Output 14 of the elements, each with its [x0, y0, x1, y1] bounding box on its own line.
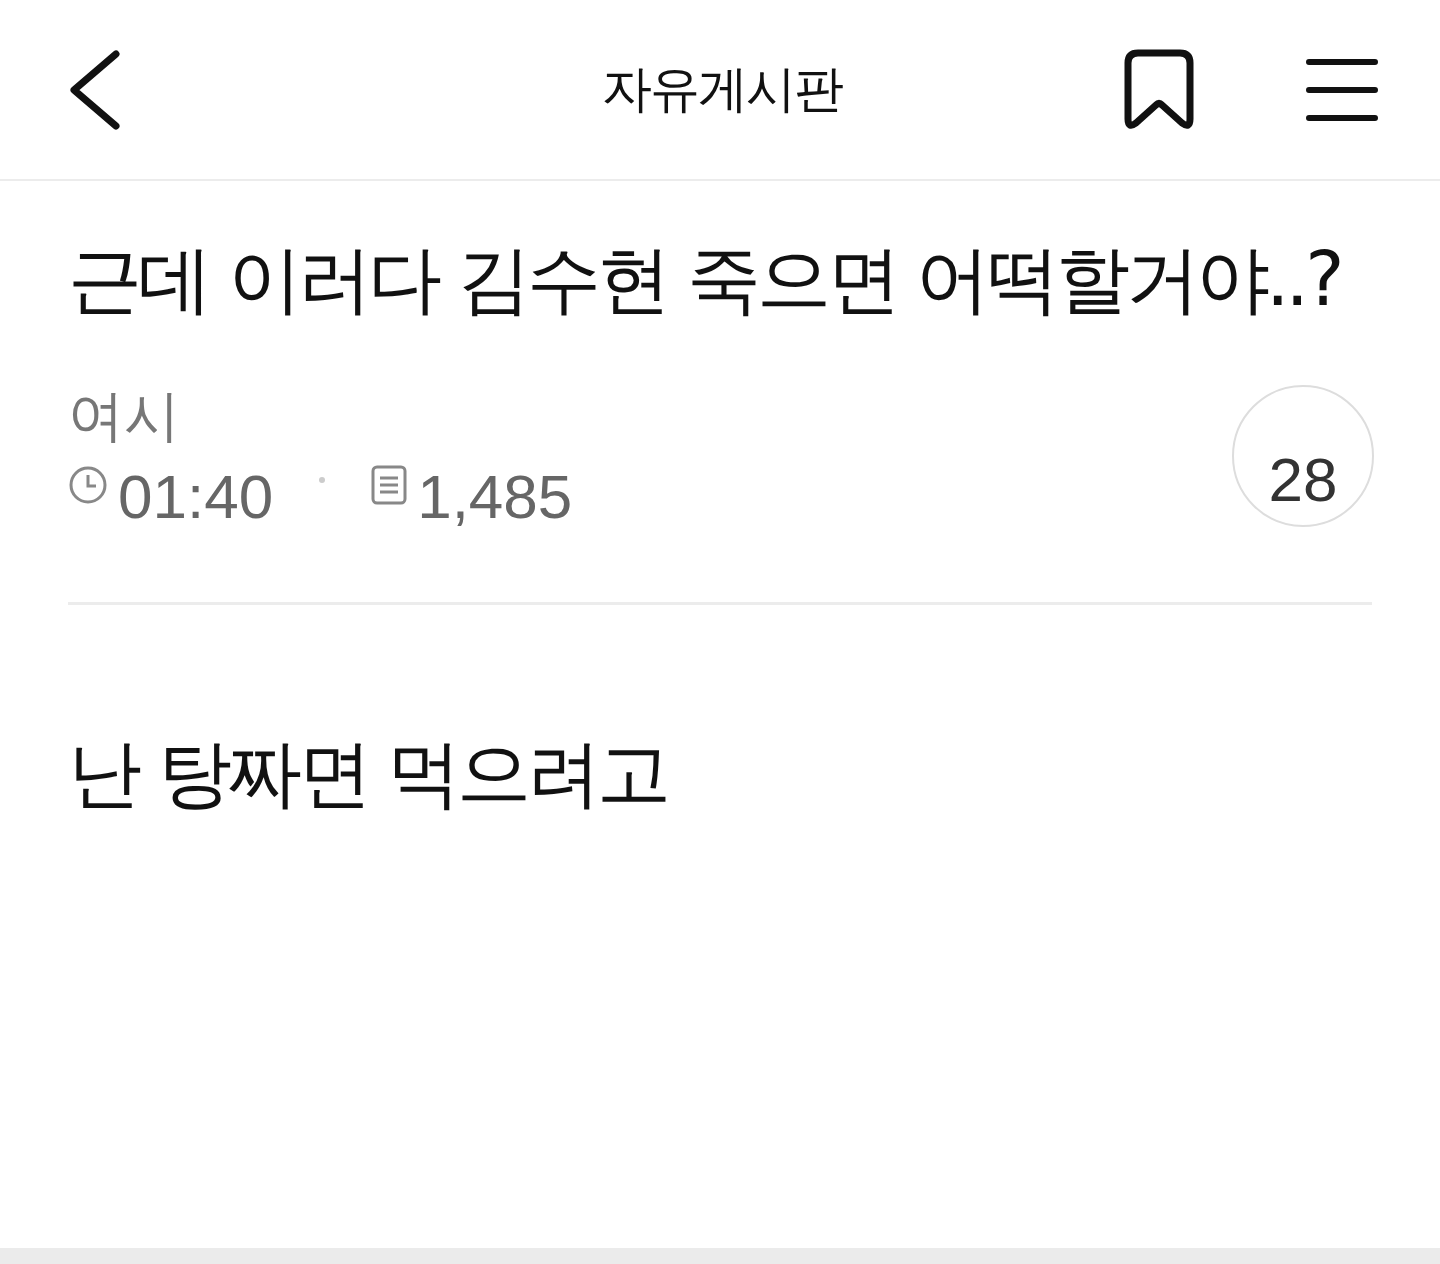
post-title: 근데 이러다 김수현 죽으면 어떡할거야..? [68, 235, 1342, 324]
menu-icon [1306, 57, 1378, 122]
separator-dot [319, 477, 326, 483]
page-title: 자유게시판 [602, 59, 842, 120]
menu-button[interactable] [1306, 57, 1378, 122]
document-icon [371, 465, 408, 505]
author-name: 여시 [68, 382, 181, 450]
view-count: 1,485 [417, 461, 573, 532]
bookmark-icon [1124, 48, 1194, 131]
bookmark-button[interactable] [1124, 48, 1194, 131]
post-body: 난 탕짜면 먹으려고 [68, 729, 669, 818]
clock-icon [68, 465, 108, 505]
comment-count[interactable]: 28 [1232, 384, 1374, 527]
post-time: 01:40 [118, 461, 274, 532]
